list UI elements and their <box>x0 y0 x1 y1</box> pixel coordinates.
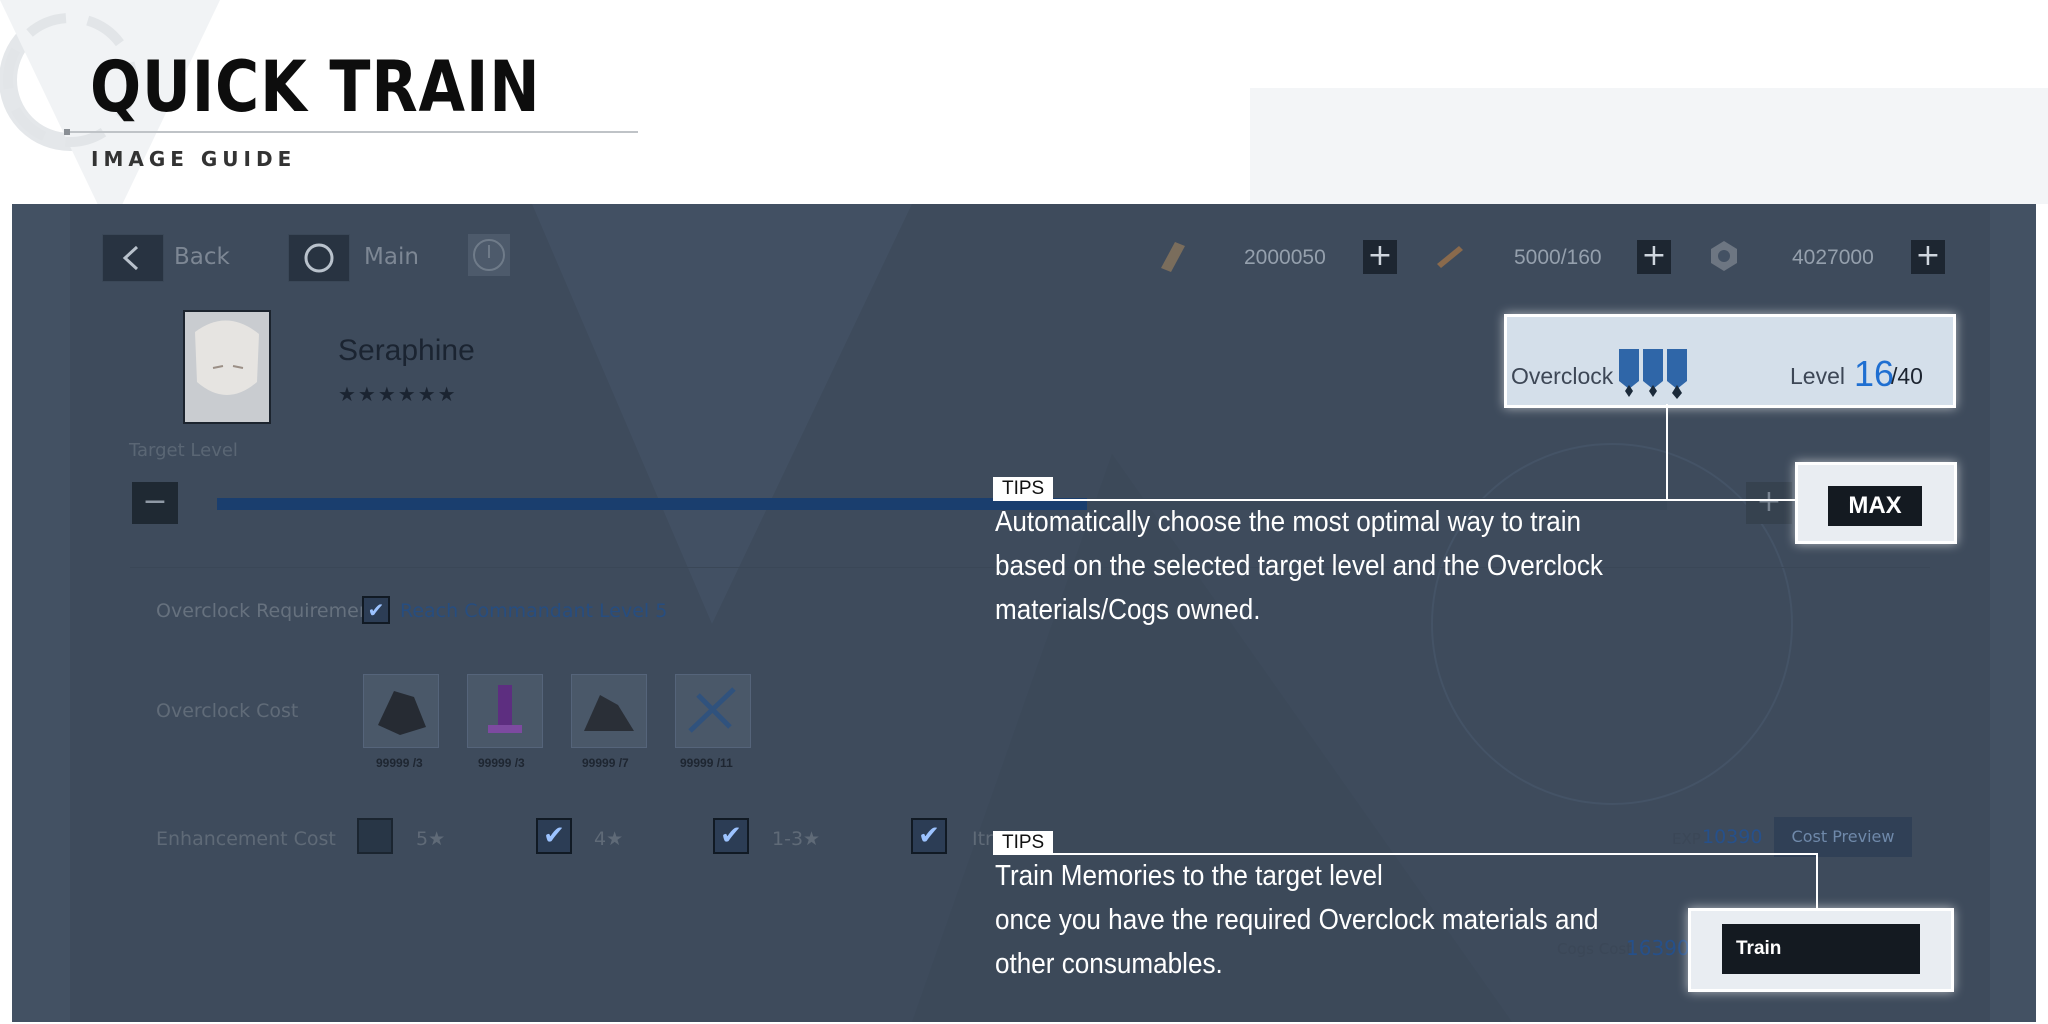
level-label: Level <box>1790 363 1845 389</box>
add-resource-3-button[interactable]: + <box>1911 240 1945 274</box>
material-tool-icon <box>688 687 736 733</box>
material-slot[interactable] <box>467 674 543 748</box>
main-label: Main <box>364 244 419 270</box>
tip-line: based on the selected target level and t… <box>995 550 1603 582</box>
tip-line: Train Memories to the target level <box>995 860 1383 892</box>
material-count: 99999 /7 <box>582 756 629 770</box>
header-background-shape <box>1250 88 2048 204</box>
character-stars: ★★★★★★ <box>338 382 458 406</box>
material-slot[interactable] <box>571 674 647 748</box>
target-level-label: Target Level <box>129 440 238 461</box>
slider-fill <box>217 498 1087 510</box>
main-button[interactable] <box>288 234 350 282</box>
title-divider <box>64 131 638 133</box>
filter-5star-label: 5★ <box>416 828 446 850</box>
add-resource-2-button[interactable]: + <box>1637 240 1671 274</box>
chevron-left-icon <box>122 245 139 271</box>
train-button[interactable]: Train <box>1722 924 1920 974</box>
material-crystal-icon <box>488 685 522 733</box>
overclock-label: Overclock <box>1511 363 1614 389</box>
resource-value-3: 4027000 <box>1792 246 1874 269</box>
material-slot[interactable] <box>675 674 751 748</box>
tip-line: materials/Cogs owned. <box>995 594 1261 626</box>
material-rock-icon <box>584 695 634 731</box>
overclock-cost-label: Overclock Cost <box>156 700 299 722</box>
back-label: Back <box>174 244 230 270</box>
decrease-level-button[interactable]: − <box>132 482 178 524</box>
material-count: 99999 /11 <box>680 756 733 770</box>
requirement-value: Reach Commandant Level 5 <box>400 600 668 622</box>
material-ore-icon <box>378 691 426 735</box>
tip-line: once you have the required Overclock mat… <box>995 904 1599 936</box>
cog-icon <box>1711 241 1737 271</box>
title-divider-marker <box>64 129 70 135</box>
filter-5star-checkbox[interactable] <box>357 818 393 854</box>
filter-1-3star-checkbox[interactable]: ✔ <box>713 818 749 854</box>
cost-preview-button[interactable]: Cost Preview <box>1774 817 1912 857</box>
resource-value-2: 5000/160 <box>1514 246 1602 269</box>
filter-1-3star-label: 1-3★ <box>772 828 821 850</box>
max-level: /40 <box>1891 363 1923 389</box>
requirement-label: Overclock Requirement <box>156 600 379 622</box>
tip-text: Train Memories to the target level once … <box>995 854 1599 986</box>
page-subtitle: IMAGE GUIDE <box>91 147 297 171</box>
tip-tag: TIPS <box>993 831 1054 855</box>
tip-line: other consumables. <box>995 948 1223 980</box>
exp-label: EXP <box>1672 830 1701 848</box>
info-button[interactable] <box>468 234 510 276</box>
material-count: 99999 /3 <box>376 756 423 770</box>
tip-connector <box>1666 404 1668 500</box>
tip-tag: TIPS <box>993 477 1054 501</box>
ticket-icon <box>1161 242 1185 272</box>
character-portrait <box>183 310 271 424</box>
tip-connector <box>1816 853 1818 909</box>
filter-4star-label: 4★ <box>594 828 624 850</box>
max-button-highlight: MAX <box>1795 462 1957 544</box>
current-level: 16 <box>1854 353 1895 394</box>
add-resource-1-button[interactable]: + <box>1363 240 1397 274</box>
info-icon <box>473 239 505 271</box>
tip-text: Automatically choose the most optimal wa… <box>995 500 1603 632</box>
overclock-rank-icon <box>1619 349 1687 399</box>
battery-icon <box>1437 246 1463 268</box>
filter-4star-checkbox[interactable]: ✔ <box>536 818 572 854</box>
requirement-check: ✔ <box>362 596 390 624</box>
max-button[interactable]: MAX <box>1828 486 1922 526</box>
page-title: QUICK TRAIN <box>90 46 541 128</box>
enhancement-cost-label: Enhancement Cost <box>156 828 336 850</box>
back-button[interactable] <box>102 234 164 282</box>
exp-value: 10390 <box>1702 826 1763 848</box>
filter-item-checkbox[interactable]: ✔ <box>911 818 947 854</box>
material-slot[interactable] <box>363 674 439 748</box>
overclock-badge-highlight: Overclock Level 16 /40 <box>1504 314 1956 408</box>
tip-line: Automatically choose the most optimal wa… <box>995 506 1582 538</box>
resource-value-1: 2000050 <box>1244 246 1326 269</box>
material-count: 99999 /3 <box>478 756 525 770</box>
circle-icon <box>304 243 334 273</box>
increase-level-button[interactable]: + <box>1746 482 1792 524</box>
character-avatar <box>195 320 259 395</box>
character-name: Seraphine <box>338 334 475 367</box>
train-button-highlight: Train <box>1688 908 1954 992</box>
